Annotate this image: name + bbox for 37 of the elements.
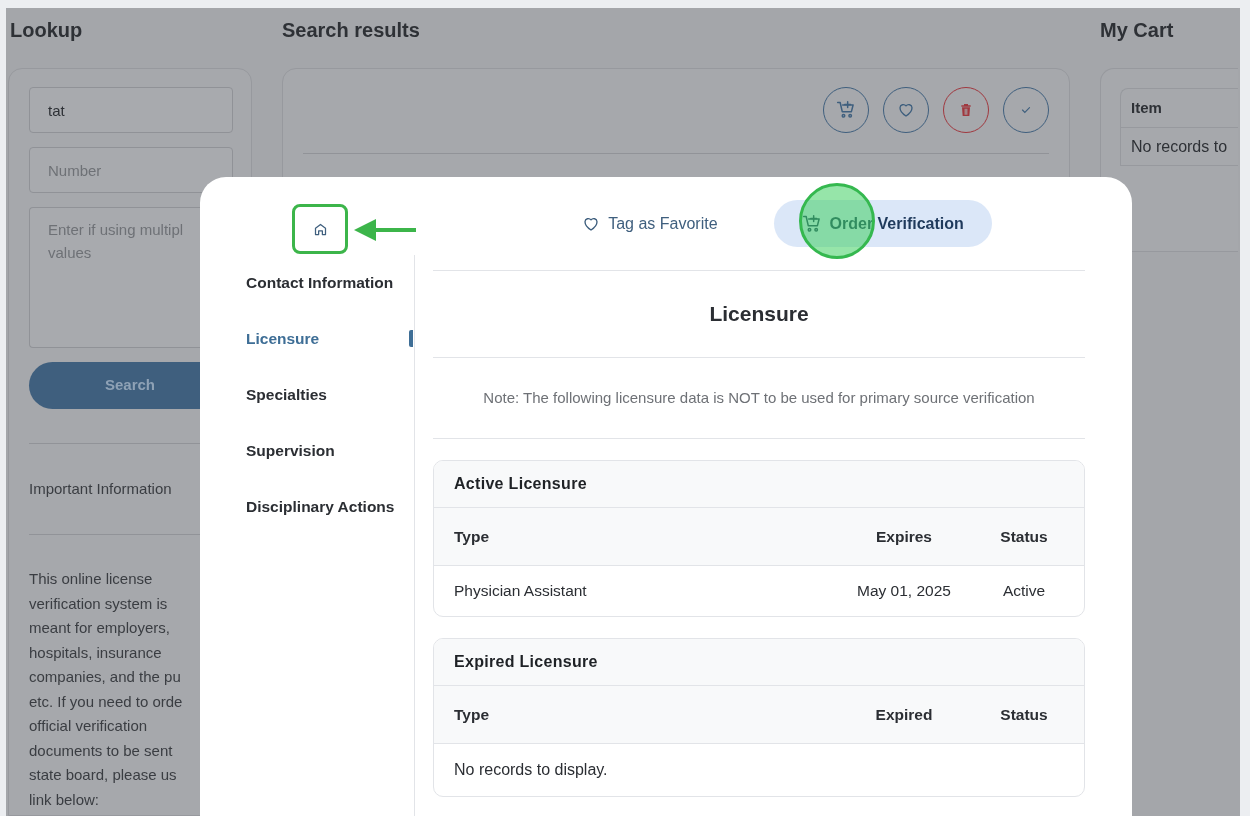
column-header: Item [1121, 89, 1238, 128]
section-title: My Cart [1100, 18, 1175, 43]
section-title: Search results [282, 18, 421, 43]
favorite-icon [897, 101, 915, 119]
arrow-annotation [354, 219, 416, 241]
table-cell-text: Active [1001, 581, 1047, 602]
section-heading: Important Information [29, 478, 173, 499]
empty-message: No records to display. [454, 760, 608, 780]
cart-plus-icon [801, 213, 822, 234]
nav-item[interactable]: Contact Information [200, 255, 414, 311]
number-field[interactable]: Number [29, 147, 233, 193]
home-icon [312, 221, 328, 237]
content-heading: Licensure [708, 301, 810, 328]
table-cell-text: May 01, 2025 [856, 581, 952, 602]
nav-item[interactable]: Disciplinary Actions [200, 479, 414, 535]
nav-item[interactable]: Licensure [246, 327, 320, 351]
order-verification-button[interactable]: Order Verification [773, 200, 992, 247]
section-title: Lookup [9, 18, 84, 43]
notice-text: This online license verification system is meant for employers, hospitals, insurance companies, and the pu etc. If you need to orde official verification documents to be sent state board, please us link below: [29, 569, 184, 810]
table-cell-text: Physician Assistant [454, 581, 588, 602]
column-header: Type [454, 704, 491, 725]
note-text: Note: The following licensure data is NOT to be used for primary source verification [482, 387, 1036, 408]
delete-icon [958, 102, 974, 118]
column-header: Expired [874, 704, 934, 725]
name-field[interactable]: tat [29, 87, 233, 133]
add-to-cart-icon [836, 100, 856, 120]
column-header: Status [999, 526, 1049, 547]
active-indicator [409, 330, 413, 347]
column-header: Expires [875, 526, 933, 547]
nav-item[interactable]: Specialties [200, 367, 414, 423]
column-header: Type [454, 526, 491, 547]
favorite-button[interactable]: Tag as Favorite [554, 200, 746, 247]
card-title: Expired Licensure [454, 652, 598, 672]
card-title: Active Licensure [454, 474, 587, 494]
nav-item[interactable]: Supervision [200, 423, 414, 479]
empty-message: No records to [1130, 136, 1229, 157]
column-header: Status [999, 704, 1049, 725]
